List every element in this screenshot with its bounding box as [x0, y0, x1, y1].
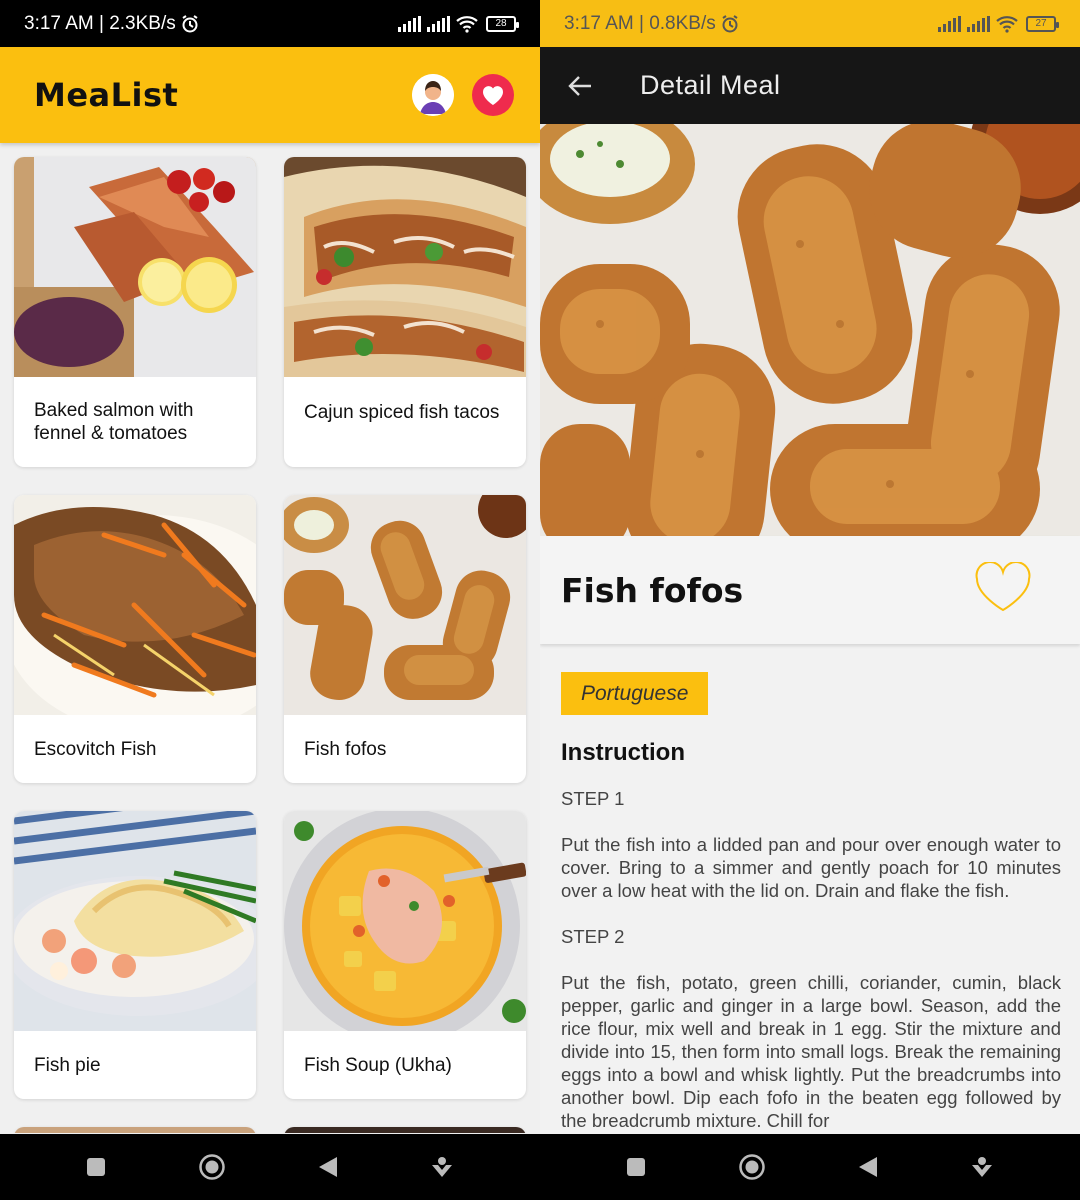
meal-thumbnail	[14, 811, 256, 1031]
meal-thumbnail	[284, 495, 526, 715]
meal-detail-screen: 3:17 AM | 0.8KB/s 27 Detail Meal Fish fo…	[540, 0, 1080, 1200]
meal-card[interactable]	[284, 1127, 526, 1133]
meal-thumbnail	[284, 157, 526, 377]
heart-outline-icon	[975, 560, 1031, 611]
system-nav-bar	[0, 1134, 540, 1200]
alarm-icon	[722, 14, 738, 32]
meal-hero-image	[540, 74, 1080, 575]
favorites-button[interactable]	[472, 74, 514, 116]
meal-card[interactable]: Fish pie	[14, 811, 256, 1099]
meal-grid: Baked salmon with fennel & tomatoes Caju…	[0, 143, 540, 1133]
detail-toolbar: Detail Meal	[540, 47, 1080, 124]
meal-content: Portuguese Instruction STEP 1 Put the fi…	[561, 672, 1061, 1133]
instruction-text: STEP 1 Put the fish into a lidded pan an…	[561, 788, 1061, 1131]
triangle-back-icon	[319, 1157, 337, 1177]
meal-header: Fish fofos	[540, 536, 1080, 644]
meal-name: Fish fofos	[304, 738, 387, 760]
meal-card[interactable]: Fish fofos	[284, 495, 526, 783]
meal-card[interactable]	[14, 1127, 256, 1133]
heart-icon	[482, 86, 504, 105]
signal-icon	[938, 15, 961, 32]
status-time: 3:17 AM | 0.8KB/s	[564, 12, 716, 34]
meal-name: Fish pie	[34, 1054, 101, 1076]
system-nav-bar	[540, 1134, 1080, 1200]
assistant-icon	[432, 1157, 452, 1177]
instruction-heading: Instruction	[561, 739, 685, 766]
status-bar: 3:17 AM | 0.8KB/s 27	[540, 0, 1080, 47]
home-nav-button[interactable]	[738, 1153, 766, 1181]
assistant-nav-button[interactable]	[430, 1155, 454, 1179]
meal-list-screen: 3:17 AM | 2.3KB/s 28 MeaList Baked salmo…	[0, 0, 540, 1200]
signal-icon	[967, 15, 990, 32]
status-time: 3:17 AM | 2.3KB/s	[24, 12, 176, 34]
square-icon	[627, 1158, 645, 1176]
meal-thumbnail	[14, 495, 256, 735]
alarm-icon	[182, 14, 198, 32]
meal-name: Fish Soup (Ukha)	[304, 1054, 452, 1076]
meal-thumbnail	[14, 157, 256, 377]
favorite-toggle-button[interactable]	[974, 560, 1032, 619]
battery-icon: 28	[486, 15, 519, 32]
app-title: MeaList	[34, 76, 179, 114]
home-circle-icon	[739, 1154, 765, 1180]
back-button[interactable]	[540, 47, 620, 124]
home-circle-icon	[199, 1154, 225, 1180]
profile-avatar-button[interactable]	[412, 74, 454, 116]
meal-card[interactable]: Cajun spiced fish tacos	[284, 157, 526, 467]
toolbar-title: Detail Meal	[640, 70, 781, 100]
assistant-nav-button[interactable]	[970, 1155, 994, 1179]
meal-name: Cajun spiced fish tacos	[304, 401, 500, 423]
square-icon	[87, 1158, 105, 1176]
area-badge: Portuguese	[561, 672, 709, 715]
meal-thumbnail	[284, 811, 526, 1044]
home-nav-button[interactable]	[198, 1153, 226, 1181]
recents-nav-button[interactable]	[626, 1157, 646, 1177]
triangle-back-icon	[859, 1157, 877, 1177]
recents-nav-button[interactable]	[86, 1157, 106, 1177]
back-nav-button[interactable]	[858, 1156, 878, 1178]
status-bar: 3:17 AM | 2.3KB/s 28	[0, 0, 540, 47]
app-bar: MeaList	[0, 47, 540, 143]
signal-icon	[427, 15, 450, 32]
meal-card[interactable]: Escovitch Fish	[14, 495, 256, 783]
meal-title: Fish fofos	[561, 570, 744, 610]
signal-icon	[398, 15, 421, 32]
wifi-icon	[456, 15, 478, 33]
meal-card[interactable]: Fish Soup (Ukha)	[284, 811, 526, 1099]
battery-icon: 27	[1026, 15, 1059, 32]
back-nav-button[interactable]	[318, 1156, 338, 1178]
meal-name: Baked salmon with fennel & tomatoes	[34, 400, 194, 444]
wifi-icon	[996, 15, 1018, 33]
meal-name: Escovitch Fish	[34, 738, 157, 760]
meal-card[interactable]: Baked salmon with fennel & tomatoes	[14, 157, 256, 467]
assistant-icon	[972, 1157, 992, 1177]
arrow-back-icon	[568, 75, 591, 96]
avatar-icon	[412, 74, 454, 116]
